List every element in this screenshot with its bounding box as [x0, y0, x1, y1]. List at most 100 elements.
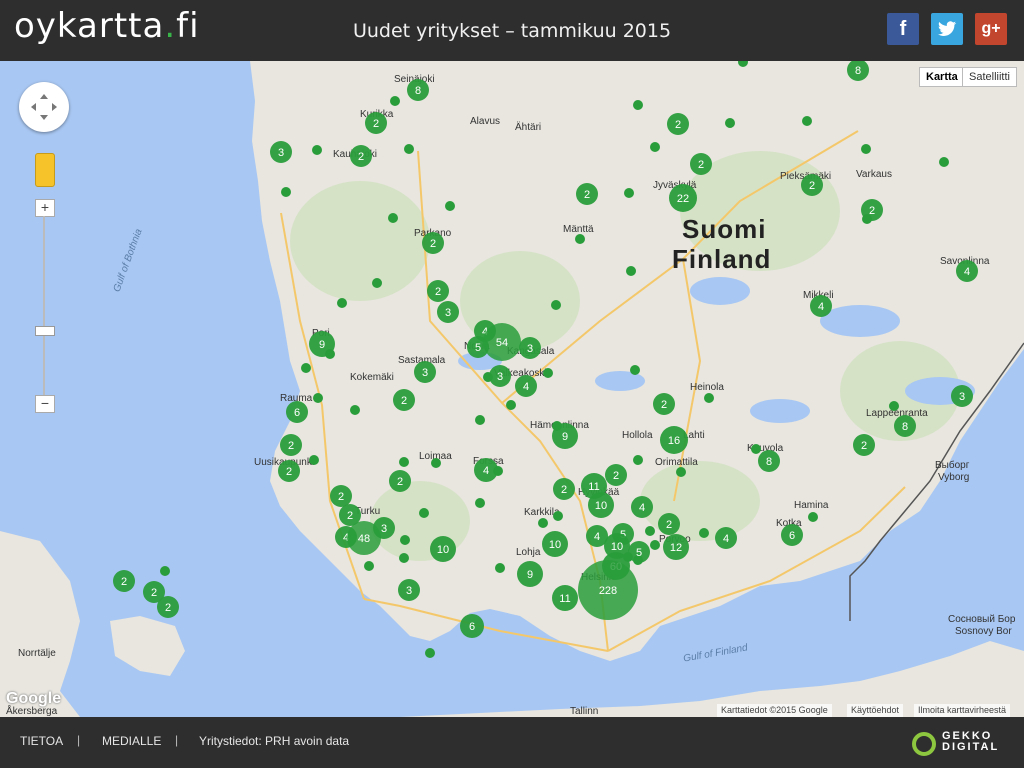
cluster-marker[interactable]: 10 — [430, 536, 456, 562]
cluster-marker[interactable]: 2 — [393, 389, 415, 411]
company-marker[interactable] — [404, 144, 414, 154]
company-marker[interactable] — [725, 118, 735, 128]
company-marker[interactable] — [751, 444, 761, 454]
company-marker[interactable] — [399, 457, 409, 467]
company-marker[interactable] — [650, 540, 660, 550]
company-marker[interactable] — [390, 96, 400, 106]
cluster-marker[interactable]: 2 — [157, 596, 179, 618]
cluster-marker[interactable]: 9 — [309, 331, 335, 357]
cluster-marker[interactable]: 4 — [956, 260, 978, 282]
cluster-marker[interactable]: 48 — [347, 521, 381, 555]
company-marker[interactable] — [543, 368, 553, 378]
company-marker[interactable] — [312, 145, 322, 155]
company-marker[interactable] — [738, 61, 748, 67]
footer-link-tietoa[interactable]: TIETOA — [20, 734, 63, 748]
cluster-marker[interactable]: 9 — [517, 561, 543, 587]
cluster-marker[interactable]: 2 — [365, 112, 387, 134]
cluster-marker[interactable]: 9 — [552, 423, 578, 449]
cluster-marker[interactable]: 2 — [658, 513, 680, 535]
cluster-marker[interactable]: 5 — [467, 336, 489, 358]
company-marker[interactable] — [301, 363, 311, 373]
cluster-marker[interactable]: 22 — [669, 184, 697, 212]
cluster-marker[interactable]: 3 — [437, 301, 459, 323]
company-marker[interactable] — [626, 266, 636, 276]
cluster-marker[interactable]: 8 — [847, 61, 869, 81]
cluster-marker[interactable]: 2 — [350, 145, 372, 167]
company-marker[interactable] — [676, 467, 686, 477]
cluster-marker[interactable]: 4 — [715, 527, 737, 549]
attribution-terms-link[interactable]: Käyttöehdot — [847, 704, 904, 717]
cluster-marker[interactable]: 2 — [861, 199, 883, 221]
cluster-marker[interactable]: 4 — [810, 295, 832, 317]
cluster-marker[interactable]: 2 — [801, 174, 823, 196]
cluster-marker[interactable]: 228 — [578, 560, 638, 620]
company-marker[interactable] — [425, 648, 435, 658]
company-marker[interactable] — [372, 278, 382, 288]
cluster-marker[interactable]: 16 — [660, 426, 688, 454]
company-marker[interactable] — [399, 553, 409, 563]
company-marker[interactable] — [400, 535, 410, 545]
company-marker[interactable] — [538, 518, 548, 528]
cluster-marker[interactable]: 6 — [460, 614, 484, 638]
company-marker[interactable] — [808, 512, 818, 522]
twitter-icon[interactable] — [931, 13, 963, 45]
company-marker[interactable] — [445, 201, 455, 211]
zoom-in-button[interactable]: + — [35, 199, 55, 217]
company-marker[interactable] — [889, 401, 899, 411]
cluster-marker[interactable]: 8 — [758, 450, 780, 472]
cluster-marker[interactable]: 2 — [427, 280, 449, 302]
company-marker[interactable] — [624, 188, 634, 198]
company-marker[interactable] — [160, 566, 170, 576]
cluster-marker[interactable]: 4 — [515, 375, 537, 397]
company-marker[interactable] — [575, 234, 585, 244]
cluster-marker[interactable]: 6 — [781, 524, 803, 546]
company-marker[interactable] — [650, 142, 660, 152]
cluster-marker[interactable]: 2 — [113, 570, 135, 592]
company-marker[interactable] — [506, 400, 516, 410]
cluster-marker[interactable]: 3 — [270, 141, 292, 163]
company-marker[interactable] — [495, 563, 505, 573]
cluster-marker[interactable]: 2 — [389, 470, 411, 492]
cluster-marker[interactable]: 2 — [553, 478, 575, 500]
company-marker[interactable] — [939, 157, 949, 167]
cluster-marker[interactable]: 3 — [519, 337, 541, 359]
company-marker[interactable] — [281, 187, 291, 197]
cluster-marker[interactable]: 11 — [552, 585, 578, 611]
company-marker[interactable] — [475, 415, 485, 425]
cluster-marker[interactable]: 54 — [483, 323, 521, 361]
cluster-marker[interactable]: 10 — [588, 492, 614, 518]
company-marker[interactable] — [309, 455, 319, 465]
map-type-satelliitti[interactable]: Satelliitti — [962, 67, 1017, 87]
cluster-marker[interactable]: 10 — [542, 531, 568, 557]
company-marker[interactable] — [633, 455, 643, 465]
zoom-out-button[interactable]: − — [35, 395, 55, 413]
cluster-marker[interactable]: 2 — [280, 434, 302, 456]
company-marker[interactable] — [419, 508, 429, 518]
zoom-slider-handle[interactable] — [35, 326, 55, 336]
cluster-marker[interactable]: 8 — [407, 79, 429, 101]
company-marker[interactable] — [704, 393, 714, 403]
cluster-marker[interactable]: 3 — [414, 361, 436, 383]
attribution-report-link[interactable]: Ilmoita karttavirheestä — [914, 704, 1011, 717]
gekko-brand[interactable]: GEKKO DIGITAL — [942, 731, 999, 753]
cluster-marker[interactable]: 2 — [422, 232, 444, 254]
cluster-marker[interactable]: 2 — [278, 460, 300, 482]
cluster-marker[interactable]: 3 — [489, 365, 511, 387]
company-marker[interactable] — [350, 405, 360, 415]
zoom-slider-track[interactable] — [43, 216, 45, 396]
pan-control[interactable] — [19, 82, 69, 132]
cluster-marker[interactable]: 2 — [653, 393, 675, 415]
company-marker[interactable] — [337, 298, 347, 308]
cluster-marker[interactable]: 12 — [663, 534, 689, 560]
google-plus-icon[interactable]: g+ — [975, 13, 1007, 45]
company-marker[interactable] — [699, 528, 709, 538]
cluster-marker[interactable]: 2 — [690, 153, 712, 175]
company-marker[interactable] — [553, 511, 563, 521]
company-marker[interactable] — [475, 498, 485, 508]
gekko-logo-icon[interactable] — [912, 732, 936, 756]
company-marker[interactable] — [431, 458, 441, 468]
cluster-marker[interactable]: 4 — [474, 458, 498, 482]
cluster-marker[interactable]: 2 — [605, 464, 627, 486]
company-marker[interactable] — [313, 393, 323, 403]
cluster-marker[interactable]: 2 — [576, 183, 598, 205]
